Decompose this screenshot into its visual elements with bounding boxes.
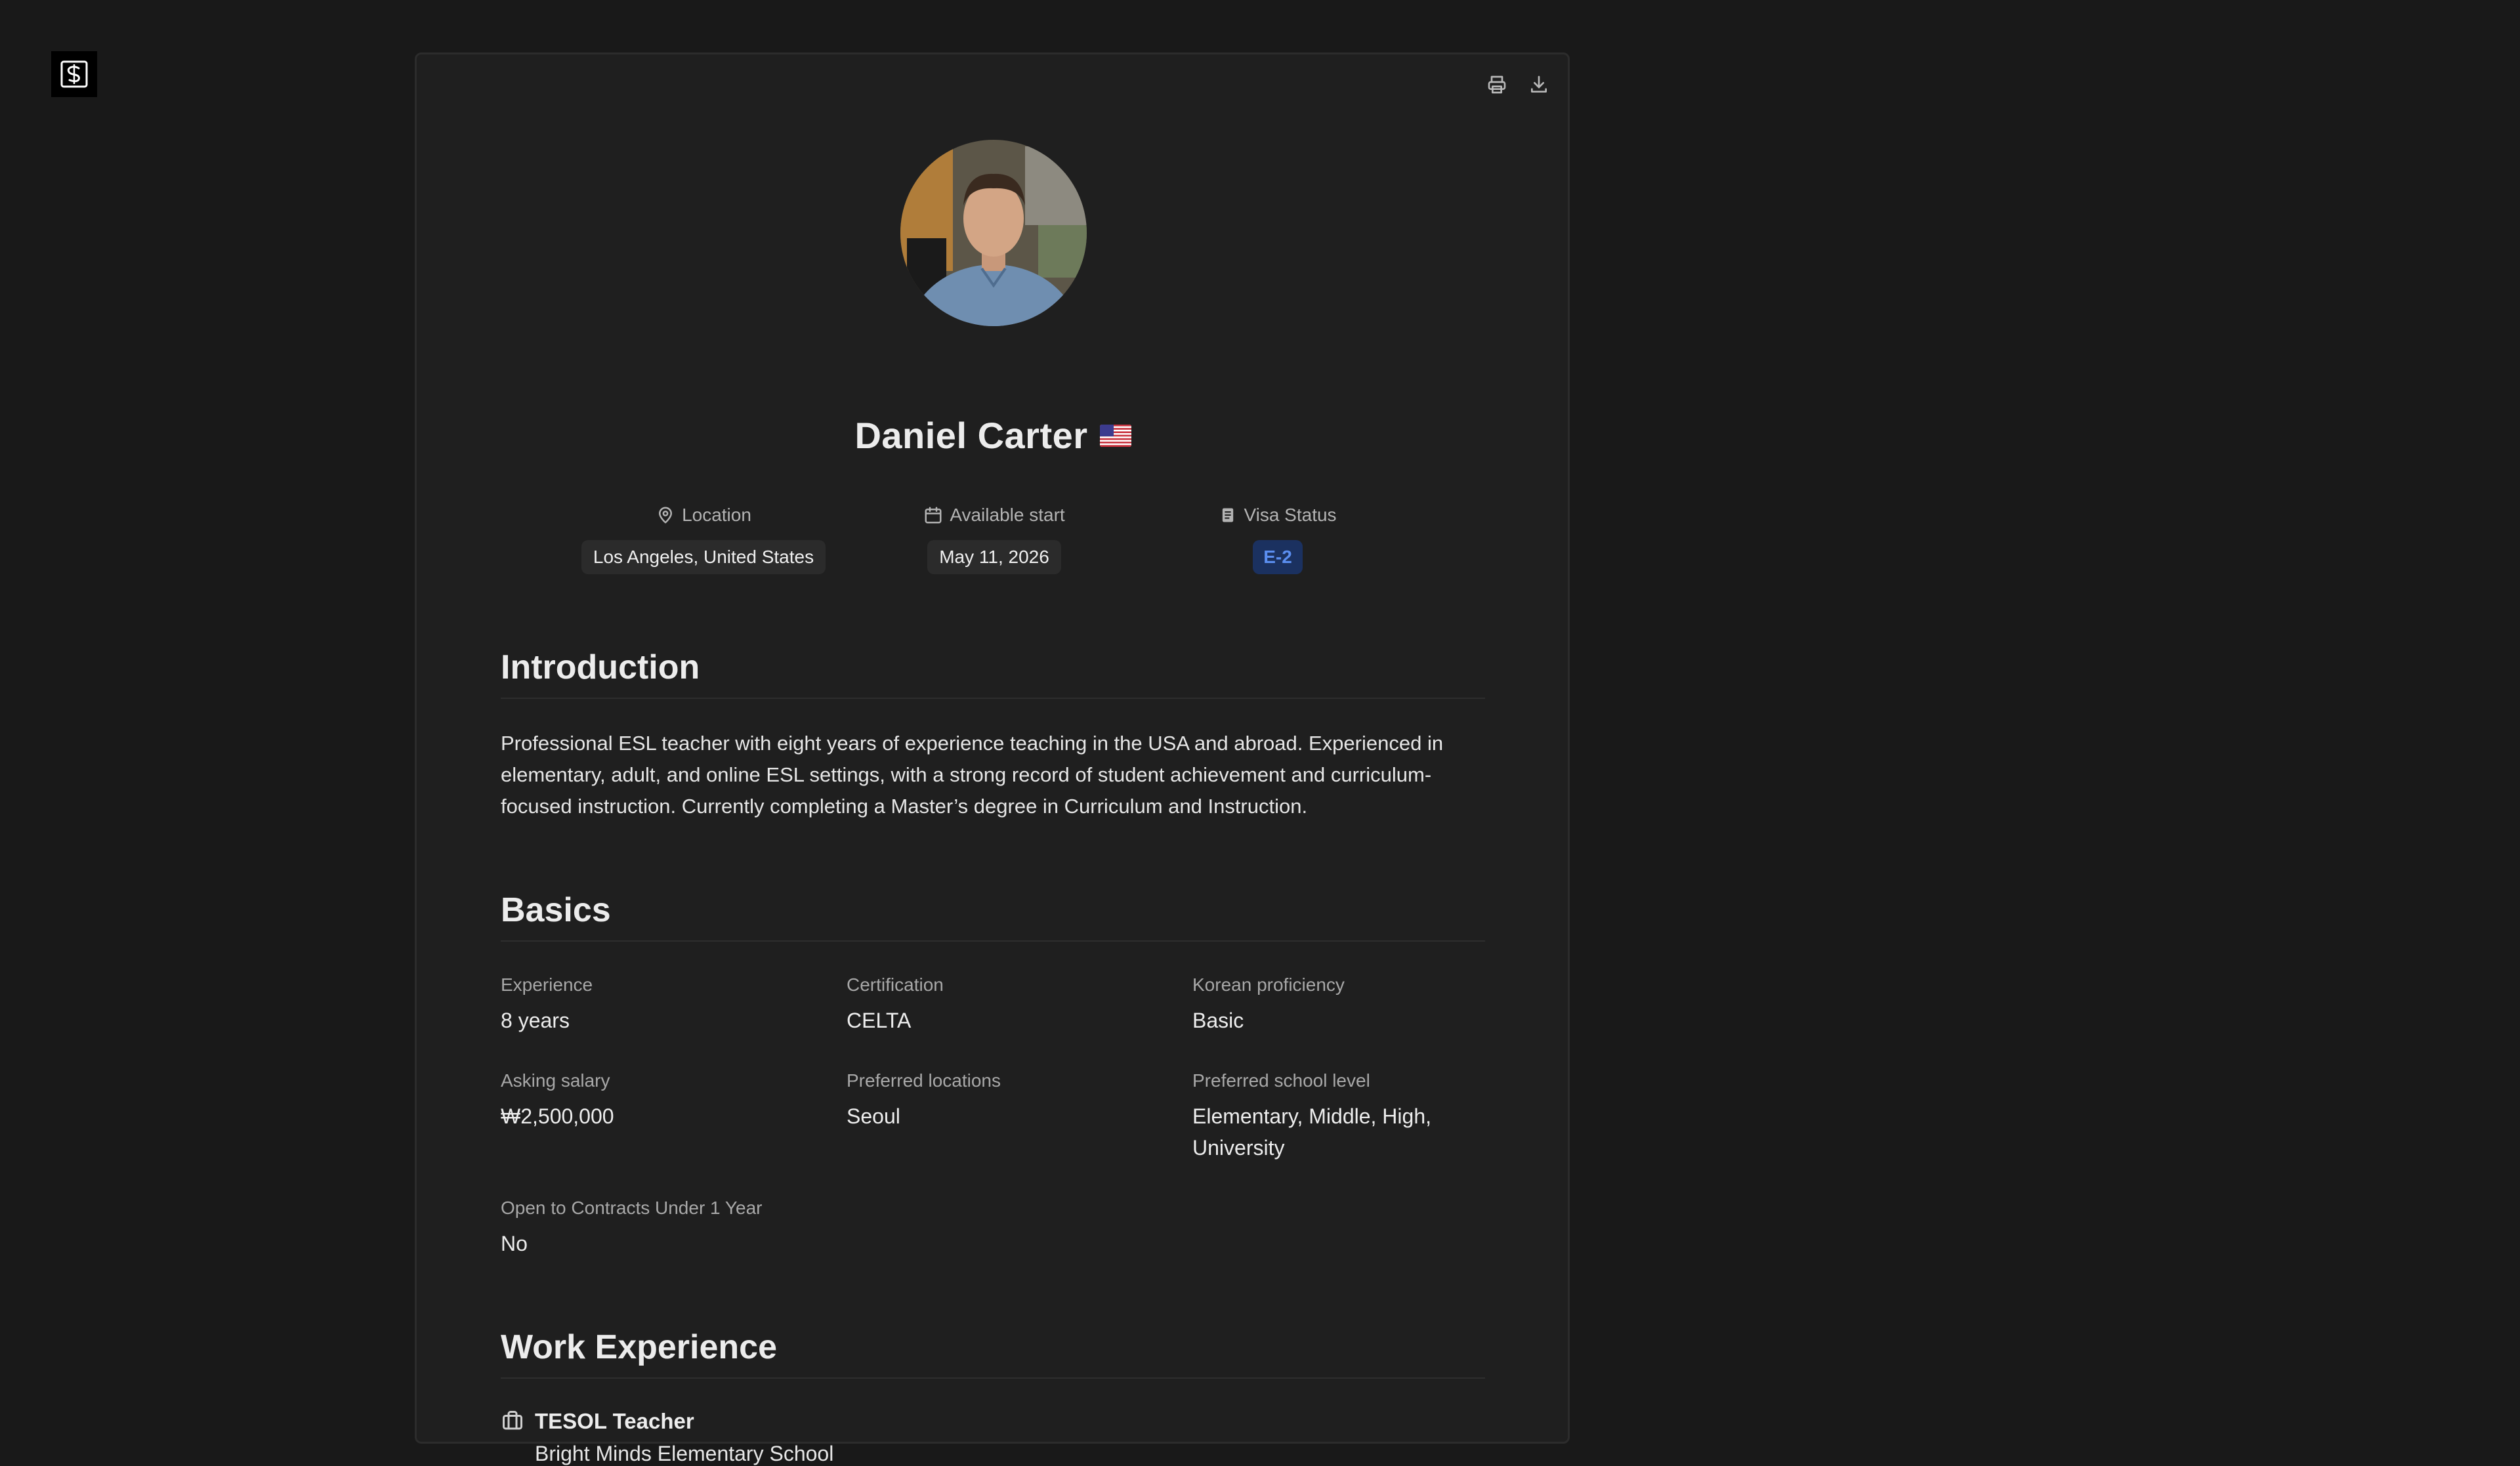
field-label: Asking salary [501,1070,610,1091]
location-chip: Los Angeles, United States [581,540,826,574]
field-value: 8 years [501,1009,570,1032]
job-entry: TESOL Teacher Bright Minds Elementary Sc… [501,1409,833,1466]
visa-label: Visa Status [1244,505,1337,525]
print-button[interactable] [1484,72,1510,98]
briefcase-icon [503,1411,522,1430]
location-label: Location [682,505,751,525]
field-korean-proficiency: Korean proficiency Basic [1192,974,1494,1036]
field-label: Preferred locations [847,1070,1001,1091]
field-label: Open to Contracts Under 1 Year [501,1198,763,1218]
meta-location: Location Los Angeles, United States [573,505,834,574]
field-certification: Certification CELTA [847,974,1148,1036]
field-label: Korean proficiency [1192,974,1345,995]
app-logo[interactable] [51,51,97,97]
field-preferred-school-level: Preferred school level Elementary, Middl… [1192,1070,1468,1163]
card-toolbar [1484,72,1552,98]
job-title: TESOL Teacher [535,1409,694,1433]
field-label: Experience [501,974,593,995]
download-icon [1531,75,1547,93]
field-label: Certification [847,974,944,995]
field-value: Seoul [847,1104,900,1128]
document-icon [1223,508,1234,522]
avatar [900,140,1087,326]
logo-s-icon [60,60,88,88]
candidate-name: Daniel Carter [854,415,1088,456]
map-pin-icon [659,507,673,524]
candidate-header: Daniel Carter [501,414,1485,457]
field-asking-salary: Asking salary ₩2,500,000 [501,1070,803,1132]
calendar-icon [925,507,942,524]
field-experience: Experience 8 years [501,974,803,1036]
start-date-chip: May 11, 2026 [927,540,1061,574]
meta-visa-status: Visa Status E-2 [1199,505,1356,574]
field-value: Basic [1192,1009,1244,1032]
work-experience-heading: Work Experience [501,1328,1485,1379]
download-button[interactable] [1526,72,1552,98]
profile-card: Daniel Carter Location Los Angeles, Unit… [415,52,1570,1465]
start-label: Available start [950,505,1065,525]
field-short-contracts: Open to Contracts Under 1 Year No [501,1198,803,1259]
basics-heading: Basics [501,890,1485,942]
introduction-heading: Introduction [501,648,1485,699]
field-value: ₩2,500,000 [501,1104,614,1128]
field-preferred-locations: Preferred locations Seoul [847,1070,1148,1132]
field-value: CELTA [847,1009,912,1032]
field-label: Preferred school level [1192,1070,1370,1091]
field-value: No [501,1232,528,1255]
printer-icon [1488,75,1506,94]
job-company: Bright Minds Elementary School [535,1442,834,1465]
us-flag-icon [1099,424,1131,447]
field-value: Elementary, Middle, High, University [1192,1104,1431,1160]
meta-start-date: Available start May 11, 2026 [905,505,1083,574]
visa-status-badge: E-2 [1253,540,1303,574]
introduction-text: Professional ESL teacher with eight year… [501,732,1444,818]
